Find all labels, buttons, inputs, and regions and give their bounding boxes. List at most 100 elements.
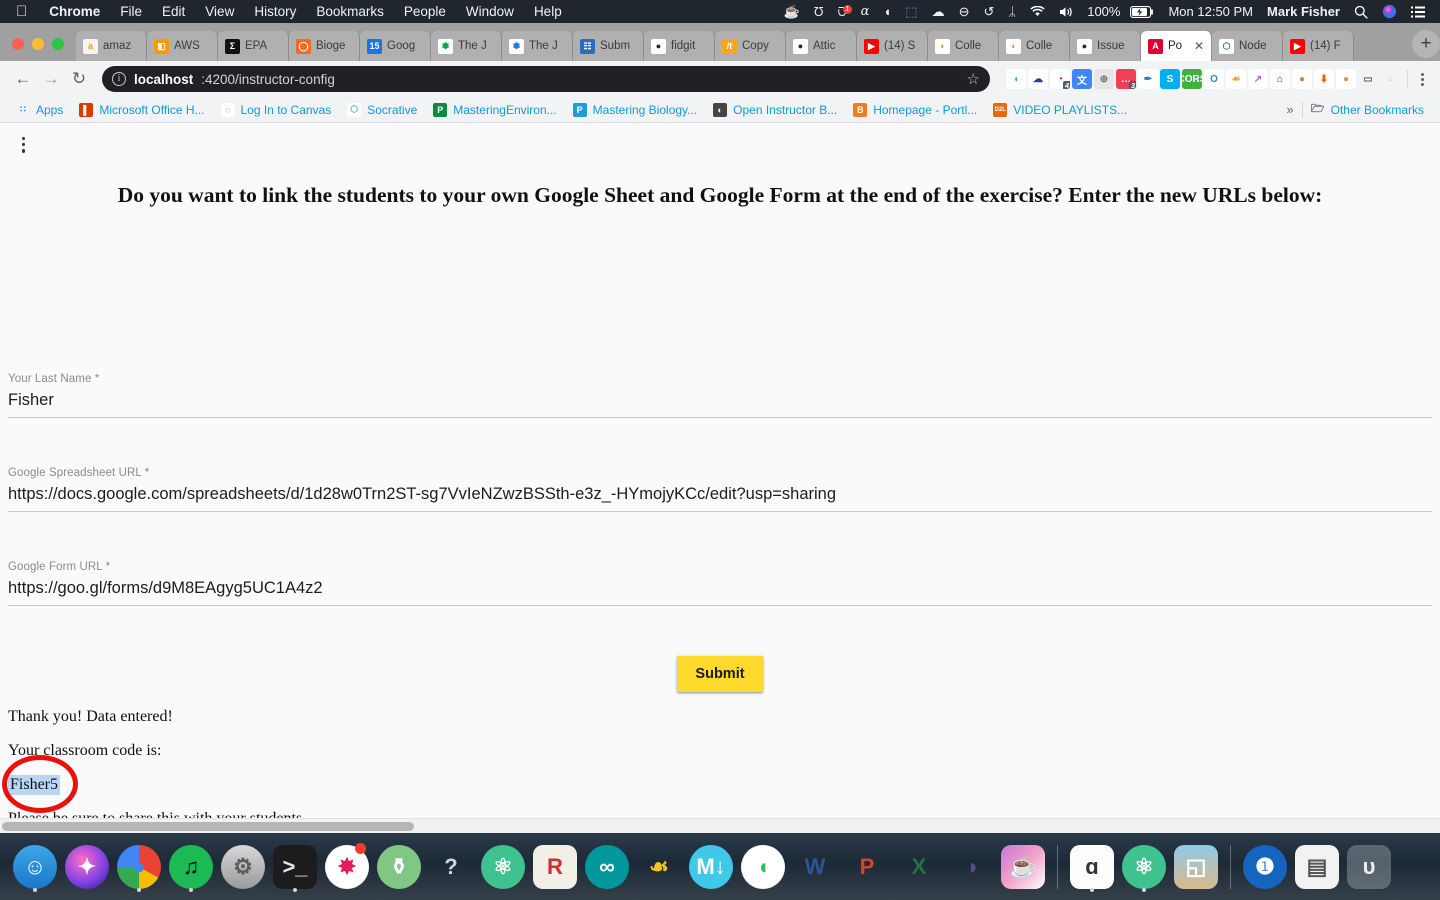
menu-file[interactable]: File <box>110 4 152 19</box>
notification-center-icon[interactable] <box>1404 6 1432 18</box>
dock-item-finder[interactable]: ☺ <box>10 841 60 893</box>
browser-tab[interactable]: ◯Bioge <box>289 31 360 61</box>
bookmark-item[interactable]: ◐Open Instructor B... <box>705 103 845 117</box>
dock-item-google-chrome[interactable]: ● <box>114 841 164 893</box>
dock-item-trash[interactable]: ᴜ <box>1344 841 1394 893</box>
more-vertical-icon[interactable] <box>22 137 25 153</box>
dock-item-help-viewer[interactable]: ? <box>426 841 476 893</box>
last-name-value[interactable]: Fisher <box>8 385 1432 417</box>
bookmark-item[interactable]: ∷Apps <box>8 103 71 117</box>
user-name-label[interactable]: Mark Fisher <box>1260 4 1347 19</box>
evernote-extension-icon[interactable]: ◖ <box>1006 69 1026 89</box>
browser-tab[interactable]: ◗Colle <box>999 31 1070 61</box>
do-not-disturb-icon[interactable]: ⊖ <box>952 4 977 20</box>
dock-item-markdown-editor[interactable]: M↓ <box>686 841 736 893</box>
browser-tab[interactable]: ⬡Node <box>1212 31 1283 61</box>
form-url-field[interactable]: Google Form URL * https://goo.gl/forms/d… <box>8 561 1432 606</box>
dock-item-cyberduck[interactable]: ◑ <box>946 841 996 893</box>
skype-extension-icon[interactable]: S <box>1160 69 1180 89</box>
new-tab-button[interactable]: + <box>1412 30 1440 58</box>
browser-tab[interactable]: ▶(14) S <box>857 31 928 61</box>
dock-item-siri[interactable]: ✦ <box>62 841 112 893</box>
bluetooth-icon[interactable]: ᛦ <box>1001 4 1023 19</box>
pocket-extension-icon[interactable]: …3 <box>1116 69 1136 89</box>
browser-tab[interactable]: ◧AWS <box>147 31 218 61</box>
dock-item-atom[interactable]: ⚛ <box>478 841 528 893</box>
other-bookmarks-button[interactable]: 🗁 Other Bookmarks <box>1303 103 1432 117</box>
info-circle-icon[interactable]: i <box>112 72 126 86</box>
browser-tab[interactable]: ΣEPA <box>218 31 289 61</box>
browser-tab[interactable]: ●Issue <box>1070 31 1141 61</box>
back-arrow-icon[interactable]: ← <box>10 66 36 92</box>
zoom-window-button[interactable] <box>52 38 64 50</box>
dock-item-slack[interactable]: ✸ <box>322 841 372 893</box>
bookmark-item[interactable]: BHomepage - Portl... <box>845 103 985 117</box>
download-extension-icon[interactable]: ⬇ <box>1314 69 1334 89</box>
last-name-field[interactable]: Your Last Name * Fisher <box>8 373 1432 418</box>
form-url-value[interactable]: https://goo.gl/forms/d9M8EAgyg5UC1A4z2 <box>8 573 1432 605</box>
dock-item-r-studio[interactable]: R <box>530 841 580 893</box>
battery-charging-icon[interactable] <box>1123 6 1161 18</box>
wifi-icon[interactable] <box>1023 6 1052 17</box>
google-translate-extension-icon[interactable]: 文 <box>1072 69 1092 89</box>
menu-chrome[interactable]: Chrome <box>39 4 110 19</box>
script-a-icon[interactable]: ɑ <box>854 4 877 19</box>
forward-arrow-icon[interactable]: → <box>38 66 64 92</box>
dock-item-rubber-duck[interactable]: ☙ <box>634 841 684 893</box>
bookmark-item[interactable]: PMastering Biology... <box>565 103 706 117</box>
dock-item-handwriting-app[interactable]: ɑ <box>1067 841 1117 893</box>
evernote-icon[interactable]: ◖ <box>876 4 898 19</box>
dock-item-caffeine[interactable]: ☕ <box>998 841 1048 893</box>
bookmark-item[interactable]: ⬡Socrative <box>339 103 425 117</box>
close-window-button[interactable] <box>12 38 24 50</box>
browser-tab[interactable]: /tCopy <box>715 31 786 61</box>
bookmark-item[interactable]: PMasteringEnviron... <box>425 103 564 117</box>
bookmark-item[interactable]: ▌Microsoft Office H... <box>71 103 212 117</box>
chrome-menu-icon[interactable] <box>1415 73 1430 86</box>
menu-bookmarks[interactable]: Bookmarks <box>306 4 394 19</box>
onedrive-extension-icon[interactable]: ☁ <box>1028 69 1048 89</box>
bookmarks-overflow-button[interactable]: » <box>1278 102 1301 117</box>
tunnelbear-icon[interactable]: Ʊ <box>807 4 831 19</box>
close-tab-icon[interactable]: ✕ <box>1194 39 1204 53</box>
dropbox-icon[interactable]: ⩂1 <box>831 4 854 20</box>
coffee-cup-icon[interactable]: ☕ <box>777 4 807 20</box>
bookmark-item[interactable]: D2LVIDEO PLAYLISTS... <box>985 103 1135 117</box>
time-machine-icon[interactable]: ↺ <box>977 4 1002 20</box>
analytics-extension-icon[interactable]: ↗ <box>1248 69 1268 89</box>
dock-item-system-preferences[interactable]: ⚙ <box>218 841 268 893</box>
browser-tab[interactable]: 15Goog <box>360 31 431 61</box>
home-extension-icon[interactable]: ⌂ <box>1270 69 1290 89</box>
dock-item-downloads-stack[interactable]: ▤ <box>1292 841 1342 893</box>
menu-history[interactable]: History <box>244 4 306 19</box>
apple-logo-icon[interactable]:  <box>8 4 39 19</box>
spreadsheet-url-value[interactable]: https://docs.google.com/spreadsheets/d/1… <box>8 479 1432 511</box>
browser-tab[interactable]: APo✕ <box>1141 31 1212 61</box>
browser-tab[interactable]: ✽The J <box>502 31 573 61</box>
menu-people[interactable]: People <box>394 4 456 19</box>
submit-button[interactable]: Submit <box>677 656 763 692</box>
cors-extension-icon[interactable]: CORS <box>1182 69 1202 89</box>
star-icon[interactable]: ☆ <box>967 70 980 88</box>
menu-edit[interactable]: Edit <box>152 4 195 19</box>
horizontal-scrollbar-thumb[interactable] <box>2 822 414 831</box>
browser-tab[interactable]: ▶(14) F <box>1283 31 1354 61</box>
dock-item-terminal[interactable]: >_ <box>270 841 320 893</box>
menu-help[interactable]: Help <box>524 4 572 19</box>
eyedropper-extension-icon[interactable]: ✒ <box>1138 69 1158 89</box>
bookmark-item[interactable]: ◌Log In to Canvas <box>213 103 340 117</box>
clock-label[interactable]: Mon 12:50 PM <box>1161 4 1260 19</box>
cloud-icon[interactable]: ☁ <box>925 4 952 20</box>
gnome-extension-icon[interactable]: ☙ <box>1226 69 1246 89</box>
menu-view[interactable]: View <box>195 4 244 19</box>
browser-tab[interactable]: ◗Colle <box>928 31 999 61</box>
document-icon[interactable]: ⬚ <box>898 4 924 20</box>
menu-window[interactable]: Window <box>456 4 524 19</box>
minimize-window-button[interactable] <box>32 38 44 50</box>
siri-icon[interactable] <box>1375 4 1404 19</box>
dock-item-microsoft-excel[interactable]: X <box>894 841 944 893</box>
cookie-extension-icon[interactable]: ● <box>1336 69 1356 89</box>
clockify-extension-icon[interactable]: ◔4 <box>1050 69 1070 89</box>
spreadsheet-url-field[interactable]: Google Spreadsheet URL * https://docs.go… <box>8 467 1432 512</box>
browser-tab[interactable]: ●Attic <box>786 31 857 61</box>
